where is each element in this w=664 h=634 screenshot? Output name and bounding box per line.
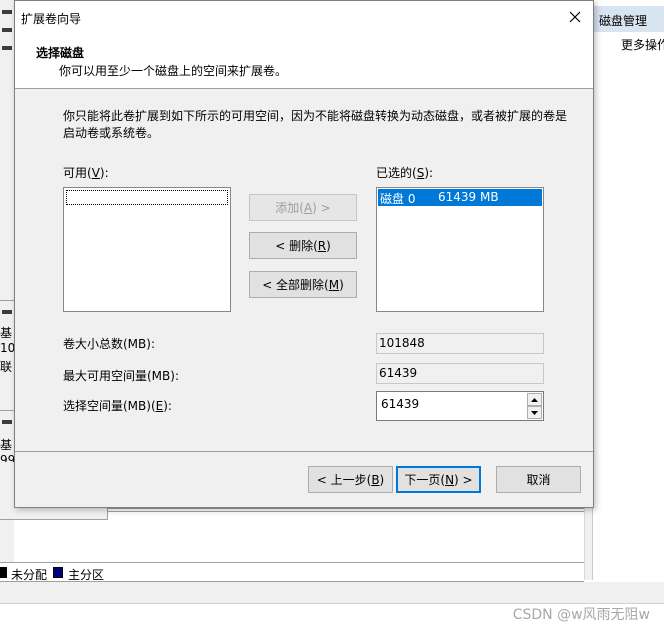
watermark: CSDN @w风雨无阻w <box>512 607 650 623</box>
arrow-down-icon <box>531 410 538 415</box>
pane-divider <box>0 300 14 301</box>
legend-label-primary: 主分区 <box>68 568 105 582</box>
instructions-text: 你只能将此卷扩展到如下所示的可用空间，因为不能将磁盘转换为动态磁盘，或者被扩展的… <box>63 109 568 140</box>
max-available-label: 最大可用空间量(MB): <box>63 369 179 383</box>
remove-button[interactable]: < 删除(R) <box>249 232 357 259</box>
unallocated-swatch <box>0 567 7 578</box>
action-pane: 磁盘管理 更多操作 <box>592 0 664 580</box>
increment-button[interactable] <box>527 393 542 406</box>
disk-label-fragment: 基 <box>0 326 13 340</box>
page-title: 选择磁盘 <box>36 46 85 60</box>
action-pane-header: 磁盘管理 <box>593 6 664 32</box>
decrement-button[interactable] <box>527 406 542 419</box>
legend-label-unallocated: 未分配 <box>11 568 48 582</box>
disk-bar-fragment <box>2 10 12 14</box>
disk-bar-fragment <box>2 46 12 50</box>
page-subtitle: 你可以用至少一个磁盘上的空间来扩展卷。 <box>59 64 288 78</box>
pane-divider <box>0 410 14 411</box>
close-icon <box>569 11 581 23</box>
select-amount-value[interactable]: 61439 <box>381 397 419 411</box>
back-button[interactable]: < 上一步(B) <box>308 466 393 493</box>
focus-placeholder <box>66 190 228 205</box>
footer-divider <box>15 451 593 452</box>
selected-disks-list[interactable]: 磁盘 0 61439 MB <box>376 187 544 312</box>
total-size-label: 卷大小总数(MB): <box>63 337 155 351</box>
select-amount-label: 选择空间量(MB)(E): <box>63 399 172 413</box>
selected-label: 已选的(S): <box>376 166 434 180</box>
partition-strip <box>108 508 584 512</box>
cancel-button[interactable]: 取消 <box>496 466 581 493</box>
extend-volume-wizard: 扩展卷向导 选择磁盘 你可以用至少一个磁盘上的空间来扩展卷。 你只能将此卷扩展到… <box>14 0 594 508</box>
total-size-field: 101848 <box>376 333 544 354</box>
select-amount-stepper[interactable]: 61439 <box>376 391 544 421</box>
title-bar[interactable]: 扩展卷向导 <box>15 1 593 33</box>
disk-bar-fragment <box>2 28 12 32</box>
close-button[interactable] <box>557 1 593 33</box>
add-button[interactable]: 添加(A) > <box>249 194 357 221</box>
more-actions-link[interactable]: 更多操作 <box>621 36 664 53</box>
next-button[interactable]: 下一页(N) > <box>396 466 481 493</box>
max-available-field: 61439 <box>376 363 544 384</box>
disk-bar-fragment <box>2 310 12 314</box>
partition-legend: 未分配 主分区 <box>0 562 584 582</box>
list-item[interactable]: 磁盘 0 61439 MB <box>378 189 542 206</box>
primary-partition-swatch <box>53 567 63 578</box>
disk-size: 61439 MB <box>438 190 499 204</box>
disk-label-fragment: 10 <box>0 341 16 355</box>
status-bar <box>0 582 664 604</box>
wizard-header: 选择磁盘 你可以用至少一个磁盘上的空间来扩展卷。 <box>15 33 593 89</box>
disk-label-fragment: 联 <box>0 360 13 374</box>
arrow-up-icon <box>531 397 538 402</box>
disk-name: 磁盘 0 <box>380 192 416 206</box>
remove-all-button[interactable]: < 全部删除(M) <box>249 271 357 298</box>
available-label: 可用(V): <box>63 166 109 180</box>
disk-label-fragment: 基 <box>0 438 13 452</box>
available-disks-list[interactable] <box>63 187 231 312</box>
dialog-title: 扩展卷向导 <box>21 12 82 26</box>
disk-bar-fragment <box>2 420 12 424</box>
